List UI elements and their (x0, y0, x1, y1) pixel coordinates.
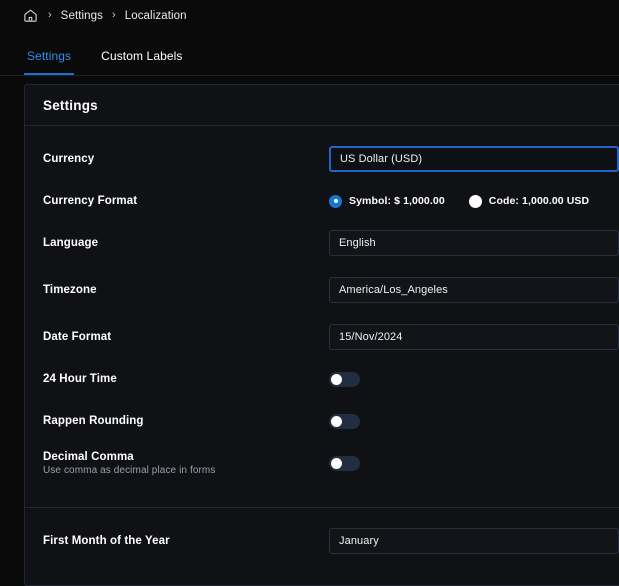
tab-bar: Settings Custom Labels (0, 31, 619, 76)
page-title: Settings (43, 97, 98, 113)
row-rappen-rounding: Rappen Rounding (25, 404, 619, 438)
breadcrumb-item-localization[interactable]: Localization (125, 10, 187, 22)
control-timezone: America/Los_Angeles (329, 277, 619, 303)
row-date-format: Date Format 15/Nov/2024 (25, 320, 619, 354)
settings-card: Settings Currency US Dollar (USD) Curren… (24, 84, 619, 586)
row-language: Language English (25, 226, 619, 260)
row-currency-format: Currency Format Symbol: $ 1,000.00 Code:… (25, 184, 619, 218)
breadcrumb-separator-1: › (48, 9, 52, 21)
label-wrap-decimal-comma: Decimal Comma Use comma as decimal place… (43, 451, 329, 476)
settings-card-body: Currency US Dollar (USD) Currency Format… (25, 126, 619, 507)
label-wrap-rappen-rounding: Rappen Rounding (43, 415, 329, 427)
radio-icon-symbol[interactable] (329, 194, 342, 208)
language-select[interactable]: English (329, 230, 619, 256)
toggle-24-hour-time[interactable] (329, 371, 360, 387)
settings-card-header: Settings (25, 85, 619, 126)
toggle-rappen-rounding[interactable] (329, 413, 360, 429)
row-timezone: Timezone America/Los_Angeles (25, 273, 619, 307)
label-wrap-timezone: Timezone (43, 284, 329, 296)
control-24-hour-time (329, 371, 619, 387)
toggle-knob (331, 415, 342, 427)
radio-option-symbol[interactable]: Symbol: $ 1,000.00 (329, 194, 445, 208)
label-timezone: Timezone (43, 284, 97, 296)
label-first-month: First Month of the Year (43, 535, 170, 547)
sublabel-decimal-comma: Use comma as decimal place in forms (43, 464, 216, 476)
row-24-hour-time: 24 Hour Time (25, 362, 619, 396)
label-currency: Currency (43, 153, 95, 165)
breadcrumb: › Settings › Localization (0, 0, 619, 31)
tab-custom-labels[interactable]: Custom Labels (98, 49, 185, 75)
currency-format-radio-group: Symbol: $ 1,000.00 Code: 1,000.00 USD (329, 194, 590, 208)
label-wrap-language: Language (43, 237, 329, 249)
date-format-select[interactable]: 15/Nov/2024 (329, 324, 619, 350)
radio-icon-code[interactable] (468, 194, 482, 208)
breadcrumb-item-settings[interactable]: Settings (61, 10, 103, 22)
control-rappen-rounding (329, 413, 619, 429)
first-month-select[interactable]: January (329, 528, 619, 554)
control-decimal-comma (329, 455, 619, 471)
timezone-select[interactable]: America/Los_Angeles (329, 277, 619, 303)
toggle-knob (331, 373, 342, 385)
row-currency: Currency US Dollar (USD) (25, 142, 619, 176)
label-decimal-comma: Decimal Comma (43, 450, 134, 463)
row-first-month: First Month of the Year January (25, 524, 619, 558)
breadcrumb-separator-2: › (112, 9, 116, 21)
label-wrap-currency: Currency (43, 153, 329, 165)
row-decimal-comma: Decimal Comma Use comma as decimal place… (25, 446, 619, 480)
control-first-month: January (329, 528, 619, 554)
label-wrap-first-month: First Month of the Year (43, 535, 329, 547)
home-icon[interactable] (22, 7, 39, 24)
label-24-hour-time: 24 Hour Time (43, 373, 117, 385)
control-currency: US Dollar (USD) (329, 146, 619, 172)
radio-option-code[interactable]: Code: 1,000.00 USD (468, 194, 590, 208)
currency-select[interactable]: US Dollar (USD) (329, 146, 619, 172)
settings-card-body-2: First Month of the Year January (25, 508, 619, 585)
label-wrap-currency-format: Currency Format (43, 195, 329, 207)
control-date-format: 15/Nov/2024 (329, 324, 619, 350)
tab-settings[interactable]: Settings (24, 49, 75, 75)
toggle-decimal-comma[interactable] (329, 455, 360, 471)
label-currency-format: Currency Format (43, 195, 138, 207)
control-language: English (329, 230, 619, 256)
label-wrap-24-hour-time: 24 Hour Time (43, 373, 329, 385)
radio-label-code: Code: 1,000.00 USD (488, 195, 590, 207)
radio-label-symbol: Symbol: $ 1,000.00 (349, 195, 445, 207)
label-language: Language (43, 237, 99, 249)
label-wrap-date-format: Date Format (43, 331, 329, 343)
label-date-format: Date Format (43, 331, 112, 343)
toggle-knob (331, 457, 342, 469)
label-rappen-rounding: Rappen Rounding (43, 415, 144, 427)
control-currency-format: Symbol: $ 1,000.00 Code: 1,000.00 USD (329, 194, 619, 208)
